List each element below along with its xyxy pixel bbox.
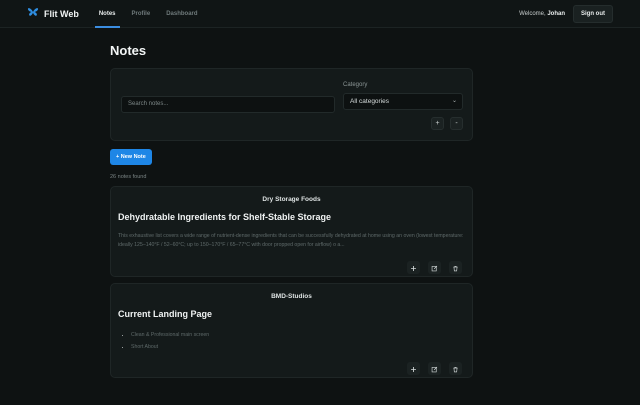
- nav-notes[interactable]: Notes: [91, 0, 124, 28]
- welcome-text: Welcome, Johan: [519, 11, 565, 17]
- main-content: Notes Search notes... Category All categ…: [110, 28, 473, 378]
- trash-icon: [452, 259, 459, 277]
- category-value: All categories: [350, 98, 390, 105]
- delete-note-button[interactable]: [449, 362, 462, 375]
- plus-icon: [410, 360, 417, 378]
- note-bullet-list: Clean & Professional main screen Short A…: [131, 329, 472, 353]
- note-card[interactable]: BMD-Studios Current Landing Page Clean &…: [110, 283, 473, 378]
- add-category-button[interactable]: +: [431, 117, 444, 130]
- note-actions: [407, 362, 462, 375]
- signout-button[interactable]: Sign out: [573, 4, 613, 23]
- note-category: BMD-Studios: [271, 293, 312, 300]
- new-note-button[interactable]: + New Note: [110, 149, 152, 165]
- note-title: Current Landing Page: [118, 309, 213, 319]
- filter-panel: Search notes... Category All categories …: [110, 68, 473, 141]
- edit-note-button[interactable]: [428, 261, 441, 274]
- nav-profile[interactable]: Profile: [124, 0, 159, 28]
- plus-icon: [410, 259, 417, 277]
- note-title: Dehydratable Ingredients for Shelf-Stabl…: [118, 212, 332, 222]
- category-select[interactable]: All categories ⌄: [343, 93, 463, 110]
- note-preview: This exhaustive list covers a wide range…: [118, 233, 464, 248]
- edit-note-button[interactable]: [428, 362, 441, 375]
- note-actions: [407, 261, 462, 274]
- username: Johan: [547, 10, 565, 17]
- search-input[interactable]: Search notes...: [121, 96, 335, 113]
- main-nav: Notes Profile Dashboard: [91, 0, 206, 28]
- brand[interactable]: Flit Web: [27, 5, 79, 23]
- app-name: Flit Web: [44, 8, 79, 19]
- note-card[interactable]: Dry Storage Foods Dehydratable Ingredien…: [110, 186, 473, 277]
- results-count: 26 notes found: [110, 174, 147, 180]
- category-label: Category: [343, 82, 368, 88]
- add-note-button[interactable]: [407, 362, 420, 375]
- list-item: Short About: [131, 341, 472, 353]
- delete-note-button[interactable]: [449, 261, 462, 274]
- note-category: Dry Storage Foods: [262, 196, 321, 203]
- trash-icon: [452, 360, 459, 378]
- edit-icon: [431, 259, 438, 277]
- top-navbar: Flit Web Notes Profile Dashboard Welcome…: [0, 0, 640, 28]
- edit-icon: [431, 360, 438, 378]
- add-note-button[interactable]: [407, 261, 420, 274]
- list-item: Clean & Professional main screen: [131, 329, 472, 341]
- nav-dashboard[interactable]: Dashboard: [158, 0, 205, 28]
- welcome-prefix: Welcome,: [519, 10, 548, 17]
- page-title: Notes: [110, 43, 147, 58]
- remove-category-button[interactable]: -: [450, 117, 463, 130]
- butterfly-icon: [27, 5, 39, 23]
- chevron-down-icon: ⌄: [451, 98, 457, 104]
